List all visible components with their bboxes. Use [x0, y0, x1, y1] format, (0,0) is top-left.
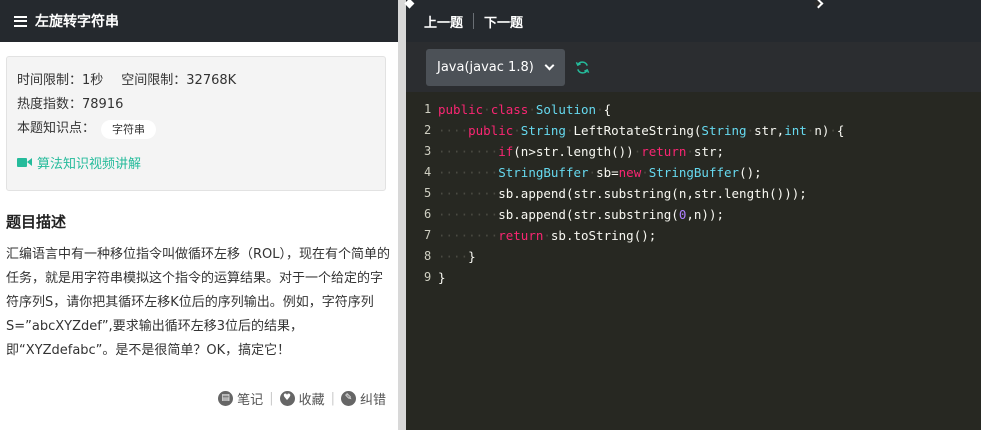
line-number: 3 [424, 144, 432, 158]
code-text[interactable]: ····public·String·LeftRotateString(Strin… [438, 120, 844, 141]
description-actions: ▤ 笔记 | ♥ 收藏 | ✎ 纠错 [218, 389, 386, 408]
code-line[interactable]: 8 ····} [406, 246, 981, 267]
note-label: 笔记 [237, 393, 264, 408]
code-text[interactable]: ········StringBuffer·sb=new·StringBuffer… [438, 162, 762, 183]
chevron-right-icon [813, 0, 824, 9]
note-button[interactable]: ▤ 笔记 [218, 389, 263, 408]
pencil-icon: ✎ [340, 391, 356, 406]
code-text[interactable]: } [438, 267, 446, 288]
knowledge-row: 本题知识点： 字符串 [17, 117, 385, 141]
video-explanation-link[interactable]: 算法知识视频讲解 [17, 153, 385, 172]
code-line[interactable]: 4 ········StringBuffer·sb=new·StringBuffe… [406, 162, 981, 183]
code-text[interactable]: public·class·Solution·{ [438, 99, 611, 120]
note-icon: ▤ [218, 391, 234, 406]
line-number: 6 [424, 207, 432, 221]
problem-panel: 左旋转字符串 时间限制：1秒 空间限制：32768K 热度指数：78916 本题… [0, 0, 398, 430]
video-camera-icon [17, 157, 33, 168]
limits-row: 时间限制：1秒 空间限制：32768K [17, 69, 385, 93]
code-line[interactable]: 3 ········if(n>str.length())·return·str; [406, 141, 981, 162]
line-number: 1 [424, 102, 432, 116]
language-select[interactable]: Java(javac 1.8) [426, 48, 565, 86]
chevron-left-icon [404, 0, 415, 9]
code-text[interactable]: ········sb.append(str.substring(n,str.le… [438, 183, 807, 204]
editor-panel: 上一题 下一题 Java(javac 1.8) 1 public·class·So… [404, 0, 981, 430]
line-number: 7 [424, 228, 432, 242]
code-line[interactable]: 6 ········sb.append(str.substring(0,n)); [406, 204, 981, 225]
heat-index: 热度指数：78916 [17, 97, 124, 112]
code-text[interactable]: ····} [438, 246, 476, 267]
panel-splitter[interactable] [398, 0, 406, 430]
prev-question-button[interactable]: 上一题 [404, 0, 464, 31]
line-number: 4 [424, 165, 432, 179]
knowledge-label: 本题知识点： [17, 121, 96, 136]
line-number: 5 [424, 186, 432, 200]
next-question-button[interactable]: 下一题 [484, 0, 824, 31]
code-text[interactable]: ········return·sb.toString(); [438, 225, 656, 246]
code-line[interactable]: 1 public·class·Solution·{ [406, 99, 981, 120]
time-limit: 时间限制：1秒 [17, 73, 104, 88]
knowledge-tag[interactable]: 字符串 [101, 119, 157, 139]
divider: | [330, 391, 335, 406]
report-label: 纠错 [359, 393, 386, 408]
code-line[interactable]: 5 ········sb.append(str.substring(n,str.l… [406, 183, 981, 204]
line-number: 9 [424, 270, 432, 284]
code-editor[interactable]: 1 public·class·Solution·{ 2 ····public·Stri… [406, 92, 981, 430]
code-line[interactable]: 9} [406, 267, 981, 288]
code-line[interactable]: 2 ····public·String·LeftRotateString(Stri… [406, 120, 981, 141]
favorite-button[interactable]: ♥ 收藏 [279, 389, 325, 408]
heat-row: 热度指数：78916 [17, 93, 385, 117]
problem-description: 汇编语言中有一种移位指令叫做循环左移（ROL），现在有个简单的任务，就是用字符串… [6, 247, 391, 358]
editor-header: 上一题 下一题 [404, 0, 981, 42]
next-question-label: 下一题 [484, 15, 524, 31]
video-link-label: 算法知识视频讲解 [37, 157, 142, 172]
space-limit: 空间限制：32768K [121, 73, 237, 88]
heart-icon: ♥ [279, 391, 295, 406]
line-number: 2 [424, 123, 432, 137]
prev-question-label: 上一题 [424, 15, 464, 31]
problem-title: 左旋转字符串 [35, 14, 119, 30]
refresh-icon[interactable] [575, 60, 590, 75]
favorite-label: 收藏 [298, 393, 325, 408]
editor-toolbar: Java(javac 1.8) [406, 42, 981, 92]
menu-icon[interactable] [14, 15, 27, 27]
report-button[interactable]: ✎ 纠错 [340, 389, 386, 408]
code-text[interactable]: ········if(n>str.length())·return·str; [438, 141, 724, 162]
divider: | [269, 391, 274, 406]
problem-info-box: 时间限制：1秒 空间限制：32768K 热度指数：78916 本题知识点： 字符… [6, 56, 386, 191]
problem-header: 左旋转字符串 [0, 0, 398, 42]
description-heading: 题目描述 [6, 213, 67, 231]
code-line[interactable]: 7 ········return·sb.toString(); [406, 225, 981, 246]
code-text[interactable]: ········sb.append(str.substring(0,n)); [438, 204, 724, 225]
language-label: Java(javac 1.8) [437, 59, 534, 75]
chevron-down-icon [544, 60, 555, 70]
line-number: 8 [424, 249, 432, 263]
divider [473, 13, 475, 29]
